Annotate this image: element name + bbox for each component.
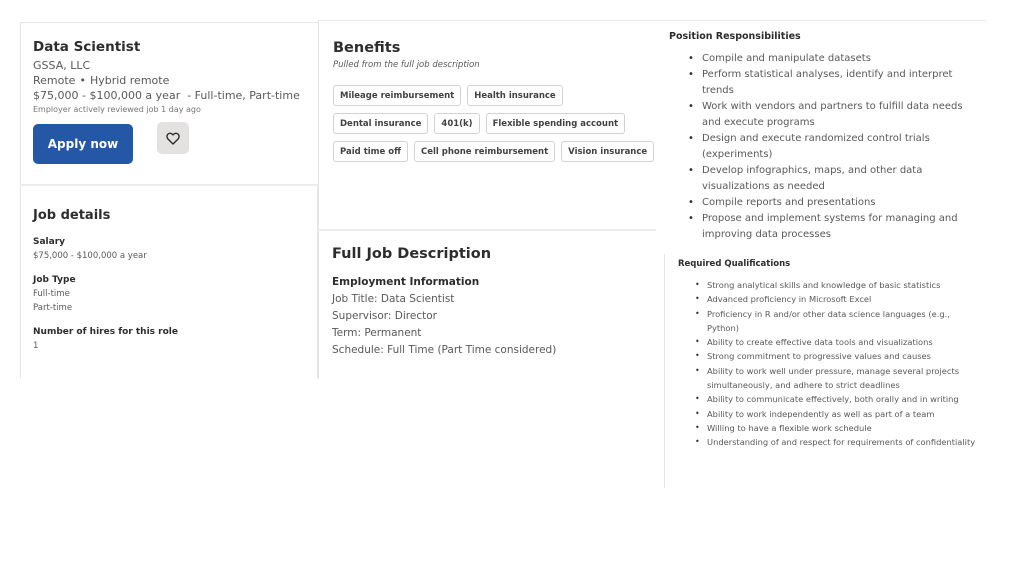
list-item: Willing to have a flexible work schedule xyxy=(695,421,979,436)
job-type-value: Part-time xyxy=(33,303,73,313)
benefit-tag: Dental insurance xyxy=(333,113,429,134)
job-actions: Apply now xyxy=(33,122,318,164)
benefit-tags: Mileage reimbursement Health insurance D… xyxy=(333,85,663,169)
employment-info-line: Job Title: Data Scientist xyxy=(332,293,455,305)
full-description-card: Full Job Description Employment Informat… xyxy=(318,231,656,379)
job-location: Remote • Hybrid remote xyxy=(33,73,318,88)
company-name: GSSA, LLC xyxy=(33,59,91,72)
responsibilities-title: Position Responsibilities xyxy=(669,31,801,42)
full-description-title: Full Job Description xyxy=(332,246,492,262)
list-item: Advanced proficiency in Microsoft Excel xyxy=(695,292,979,307)
job-type-detail: Job Type Full-time Part-time xyxy=(33,274,317,315)
job-type-label: Job Type xyxy=(33,275,76,285)
list-item: Ability to work well under pressure, man… xyxy=(695,364,979,393)
list-item: Strong commitment to progressive values … xyxy=(695,349,979,364)
separator-dot: • xyxy=(79,74,86,87)
job-details-title: Job details xyxy=(33,208,111,223)
employment-info-label: Employment Information xyxy=(332,276,480,288)
benefit-tag: Health insurance xyxy=(467,85,563,106)
reviewed-note: Employer actively reviewed job 1 day ago xyxy=(33,105,201,114)
hires-detail: Number of hires for this role 1 xyxy=(33,326,317,353)
salary-detail: Salary $75,000 - $100,000 a year xyxy=(33,236,317,263)
benefits-title: Benefits xyxy=(333,40,401,56)
responsibilities-section: Position Responsibilities Compile and ma… xyxy=(656,20,986,252)
location-text: Remote xyxy=(33,74,76,87)
apply-now-button[interactable]: Apply now xyxy=(33,124,133,164)
save-job-button[interactable] xyxy=(157,122,189,154)
benefit-tag: Vision insurance xyxy=(561,141,655,162)
benefit-tag: Cell phone reimbursement xyxy=(413,141,556,162)
hires-value: 1 xyxy=(33,341,39,351)
benefit-tag: Mileage reimbursement xyxy=(333,85,462,106)
list-item: Compile reports and presentations xyxy=(688,195,978,211)
list-item: Compile and manipulate datasets xyxy=(688,51,978,67)
list-item: Propose and implement systems for managi… xyxy=(688,211,978,243)
job-header-card: Data Scientist GSSA, LLC Remote • Hybrid r… xyxy=(20,22,318,184)
job-details-card: Job details Salary $75,000 - $100,000 a … xyxy=(20,186,318,378)
employment-info-line: Supervisor: Director xyxy=(332,310,437,322)
qualifications-section: Required Qualifications Strong analytica… xyxy=(664,254,986,488)
list-item: Design and execute randomized control tr… xyxy=(688,131,978,163)
list-item: Ability to create effective data tools a… xyxy=(695,335,979,350)
qualifications-title: Required Qualifications xyxy=(678,259,791,269)
salary-value: $75,000 - $100,000 a year xyxy=(33,251,147,261)
benefits-subtitle: Pulled from the full job description xyxy=(333,60,480,70)
hires-label: Number of hires for this role xyxy=(33,327,178,337)
list-item: Strong analytical skills and knowledge o… xyxy=(695,278,979,293)
list-item: Perform statistical analyses, identify a… xyxy=(688,67,978,99)
employment-info-line: Term: Permanent xyxy=(332,327,422,339)
job-type-value: Full-time xyxy=(33,289,70,299)
salary-label: Salary xyxy=(33,237,66,247)
job-title: Data Scientist xyxy=(33,39,141,55)
work-mode: Hybrid remote xyxy=(89,74,170,87)
list-item: Develop infographics, maps, and other da… xyxy=(688,163,978,195)
list-item: Work with vendors and partners to fulfil… xyxy=(688,99,978,131)
list-item: Understanding of and respect for require… xyxy=(695,435,979,450)
list-item: Ability to work independently as well as… xyxy=(695,407,979,422)
employment-info-line: Schedule: Full Time (Part Time considere… xyxy=(332,344,557,356)
qualifications-list: Strong analytical skills and knowledge o… xyxy=(678,278,986,450)
benefits-card: Benefits Pulled from the full job descri… xyxy=(318,20,656,230)
list-item: Ability to communicate effectively, both… xyxy=(695,392,979,407)
salary-summary: $75,000 - $100,000 a year - Full-time, P… xyxy=(33,89,300,102)
heart-icon xyxy=(166,132,180,145)
list-item: Proficiency in R and/or other data scien… xyxy=(695,307,979,336)
responsibilities-list: Compile and manipulate datasets Perform … xyxy=(669,51,986,243)
benefit-tag: 401(k) xyxy=(434,113,480,134)
benefit-tag: Paid time off xyxy=(333,141,408,162)
benefit-tag: Flexible spending account xyxy=(485,113,626,134)
